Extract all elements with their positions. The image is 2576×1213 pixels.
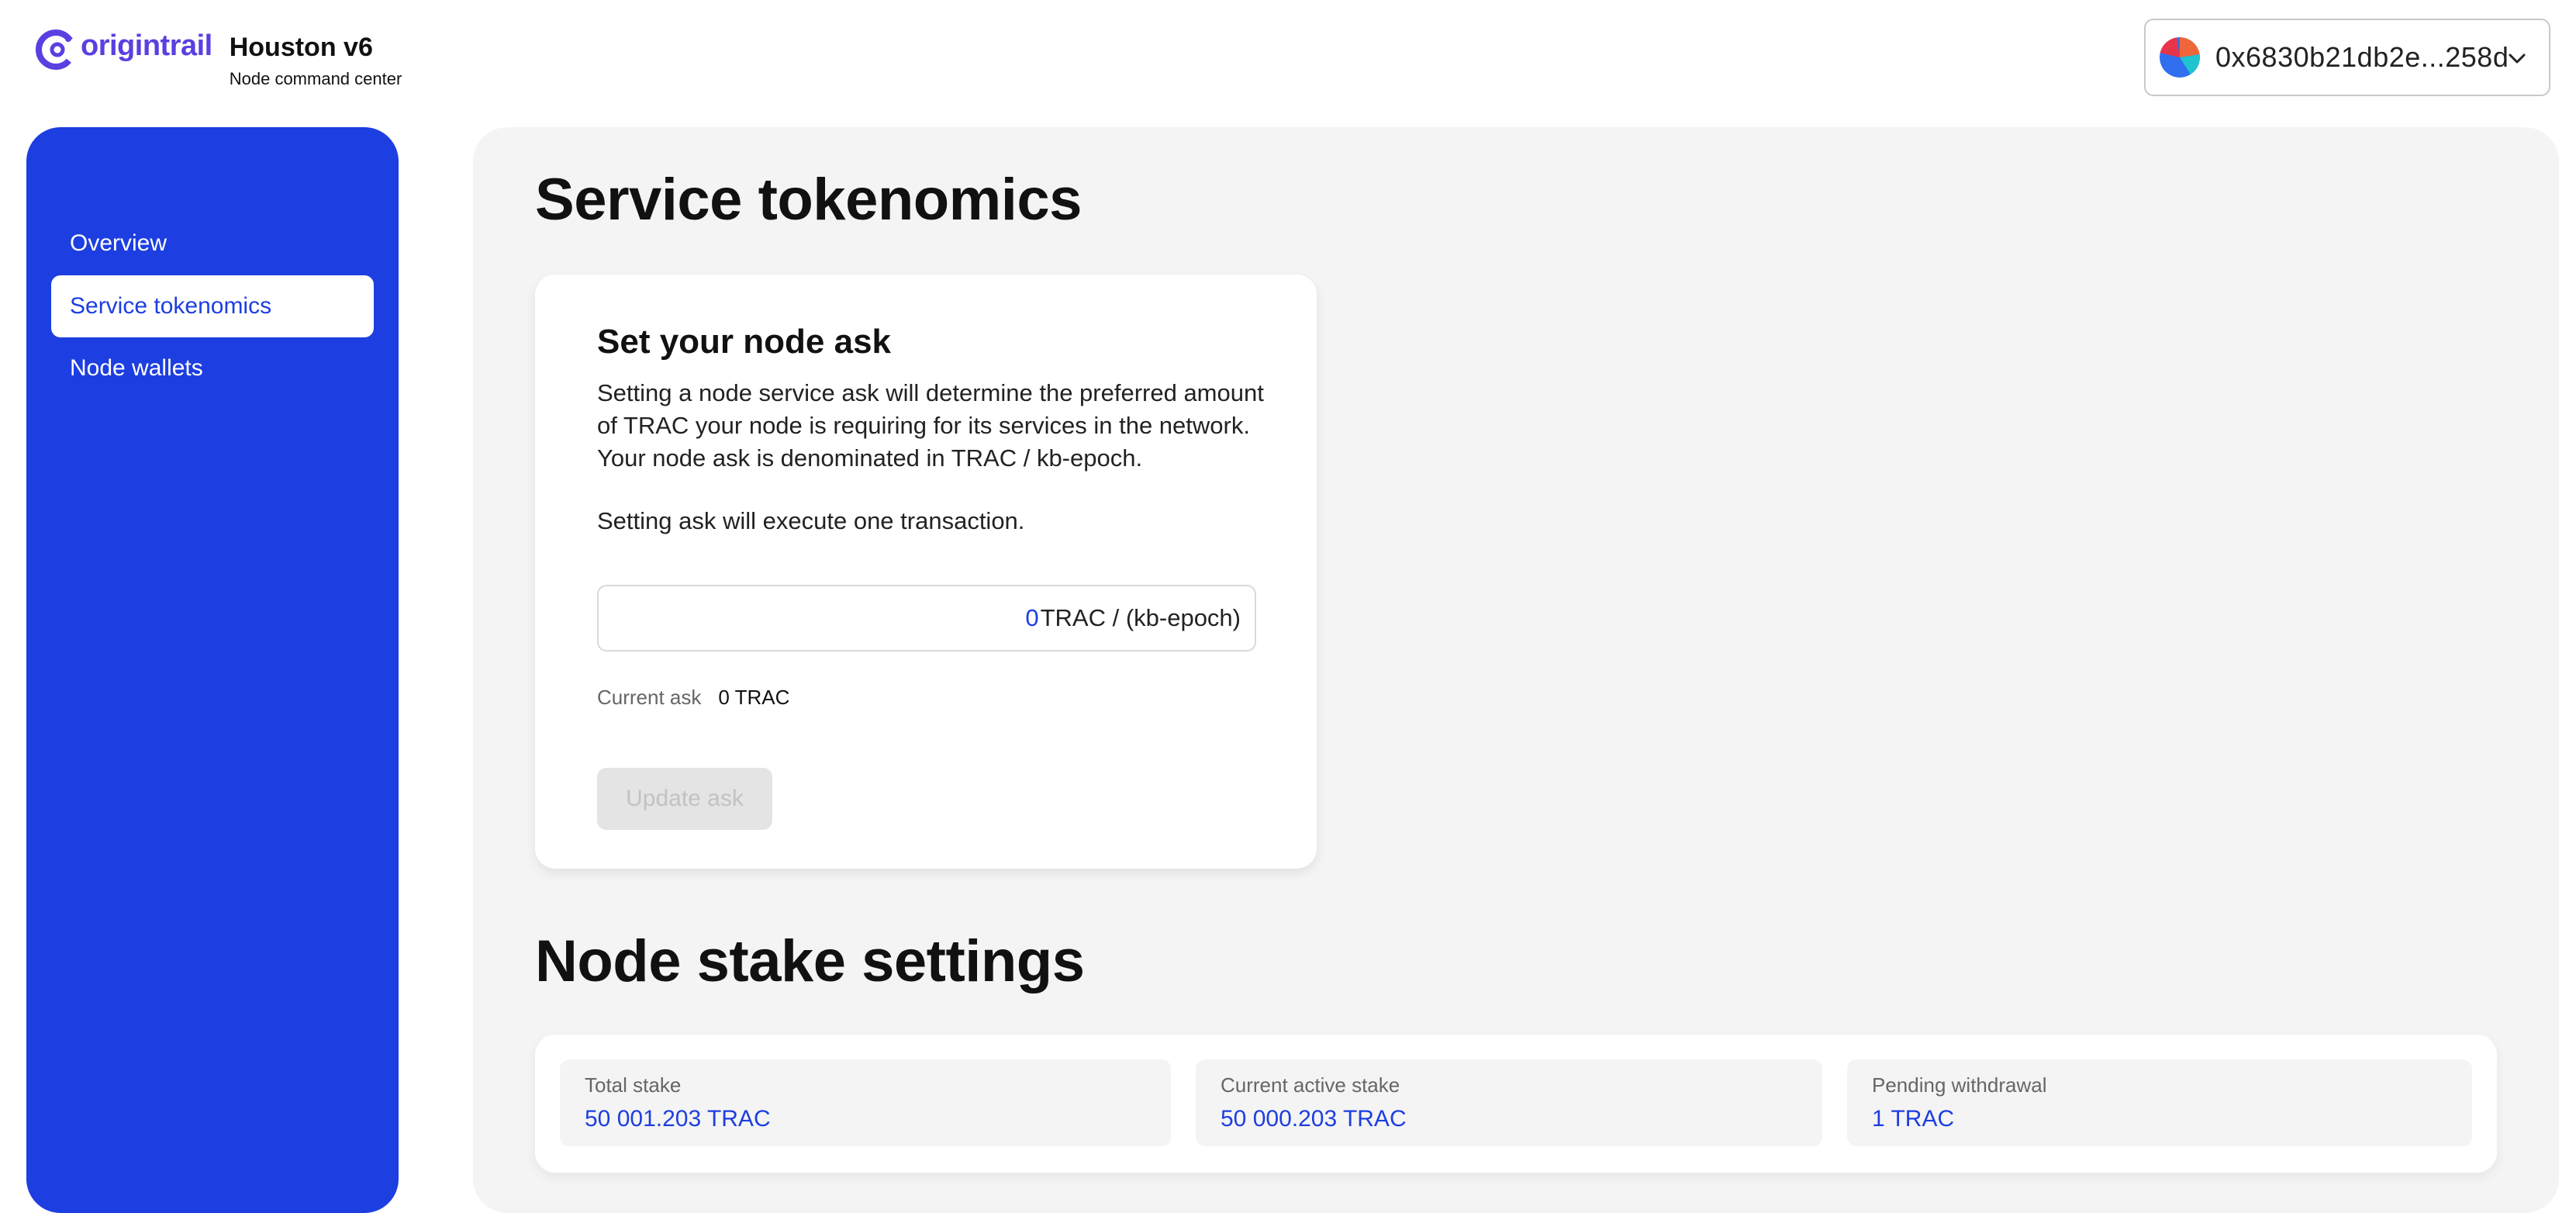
page-title: Service tokenomics (535, 167, 1082, 233)
stake-section-title: Node stake settings (535, 928, 1085, 994)
ask-input-unit: TRAC / (kb-epoch) (1040, 604, 1241, 631)
sidebar-item-overview[interactable]: Overview (51, 213, 374, 275)
stake-total: Total stake 50 001.203 TRAC (560, 1059, 1171, 1146)
main-content: Service tokenomics Set your node ask Set… (473, 127, 2559, 1213)
sidebar-item-label: Node wallets (70, 355, 203, 381)
current-ask: Current ask 0 TRAC (597, 686, 789, 710)
sidebar-item-node-wallets[interactable]: Node wallets (51, 337, 374, 399)
stake-label: Current active stake (1221, 1073, 1400, 1097)
update-ask-button[interactable]: Update ask (597, 768, 772, 830)
stake-active: Current active stake 50 000.203 TRAC (1196, 1059, 1822, 1146)
stake-panel: Total stake 50 001.203 TRAC Current acti… (535, 1035, 2497, 1173)
app-logo[interactable]: origintrail Houston v6 Node command cent… (34, 28, 402, 89)
stake-value: 1 TRAC (1872, 1106, 1955, 1132)
stake-value: 50 001.203 TRAC (585, 1106, 771, 1132)
sidebar: Overview Service tokenomics Node wallets (26, 127, 399, 1213)
wallet-avatar-icon (2160, 37, 2200, 78)
wallet-selector[interactable]: 0x6830b21db2e...258d (2144, 19, 2550, 96)
sidebar-item-label: Overview (70, 230, 167, 256)
stake-value: 50 000.203 TRAC (1221, 1106, 1407, 1132)
ask-input[interactable]: 0 TRAC / (kb-epoch) (597, 585, 1256, 651)
sidebar-item-service-tokenomics[interactable]: Service tokenomics (51, 275, 374, 337)
app-title: Houston v6 (229, 33, 373, 62)
app-subtitle: Node command center (229, 69, 402, 88)
current-ask-value: 0 TRAC (718, 686, 790, 709)
ask-card-description: Setting a node service ask will determin… (597, 379, 1264, 472)
sidebar-item-label: Service tokenomics (70, 293, 272, 319)
ask-card: Set your node ask Setting a node service… (535, 275, 1317, 869)
ask-input-value[interactable]: 0 (1025, 604, 1038, 632)
ask-card-title: Set your node ask (597, 323, 892, 361)
stake-label: Pending withdrawal (1872, 1073, 2047, 1097)
chevron-down-icon (2509, 54, 2526, 64)
current-ask-label: Current ask (597, 686, 702, 709)
brand-name: origintrail (81, 29, 212, 62)
stake-label: Total stake (585, 1073, 682, 1097)
origintrail-logo-icon (36, 29, 76, 70)
stake-pending-withdrawal: Pending withdrawal 1 TRAC (1847, 1059, 2472, 1146)
ask-card-note: Setting ask will execute one transaction… (597, 507, 1025, 534)
wallet-address: 0x6830b21db2e...258d (2215, 41, 2509, 73)
